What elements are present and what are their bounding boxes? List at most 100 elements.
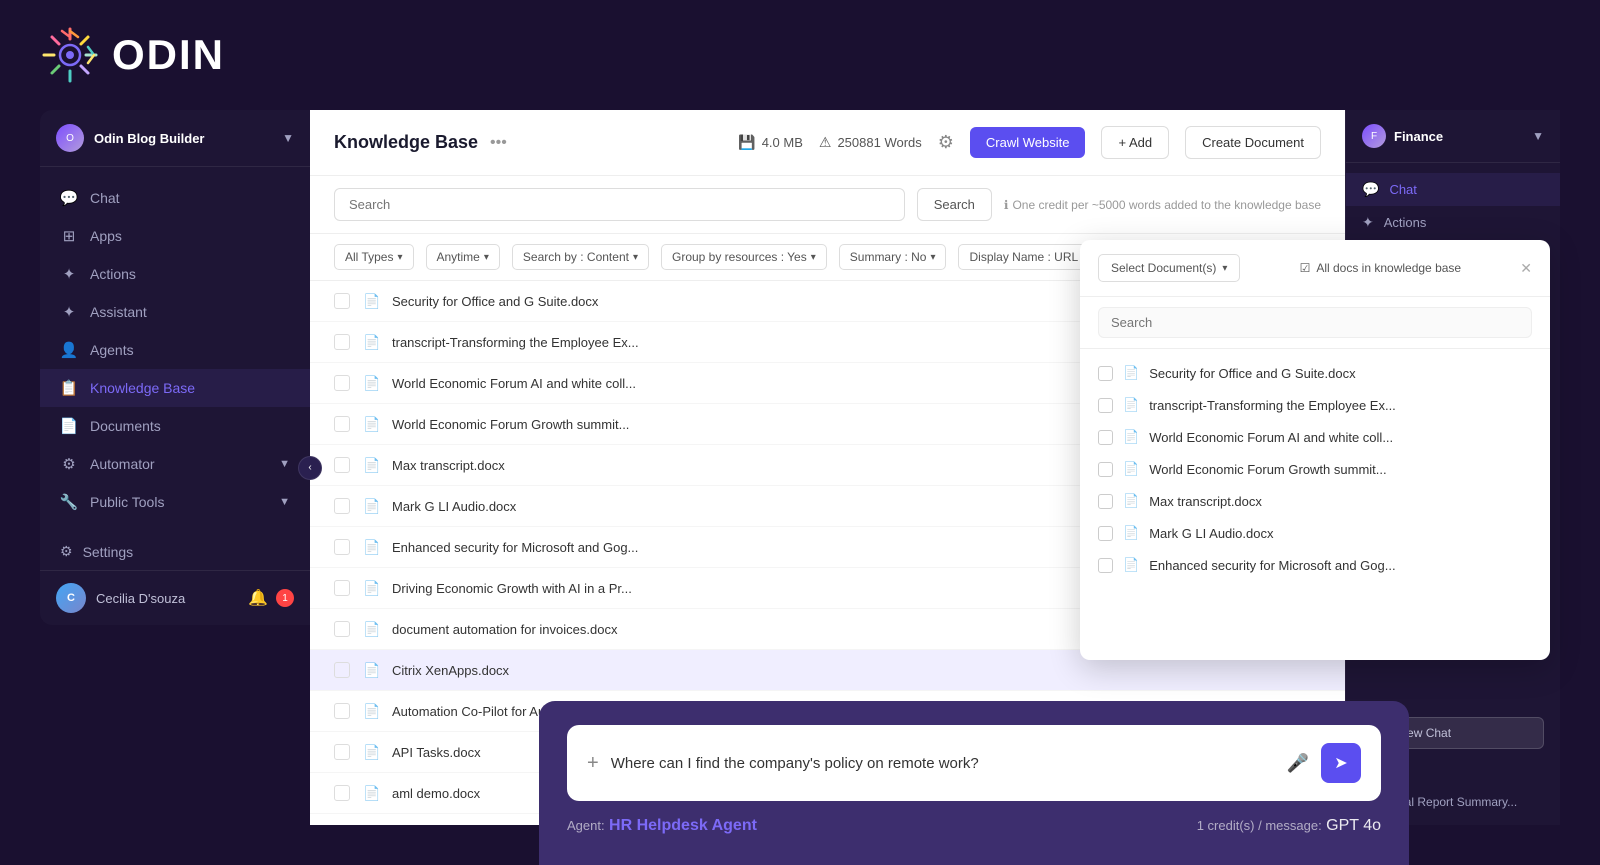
doc-item-name: World Economic Forum AI and white coll..… <box>1149 430 1393 445</box>
info-icon: ℹ <box>1004 198 1009 212</box>
kb-item-name: World Economic Forum Growth summit... <box>392 417 629 432</box>
doc-tab-select[interactable]: Select Document(s) ▾ <box>1098 254 1240 282</box>
doc-selector-close-button[interactable]: ✕ <box>1520 260 1532 277</box>
settings-item[interactable]: ⚙ Settings <box>40 533 310 570</box>
sidebar-bottom: C Cecilia D'souza 🔔 1 <box>40 570 310 625</box>
kb-item-checkbox[interactable] <box>334 703 350 719</box>
kb-item-name: aml demo.docx <box>392 786 480 801</box>
finance-chevron-icon: ▼ <box>1532 129 1544 143</box>
doc-item-name: Mark G LI Audio.docx <box>1149 526 1273 541</box>
finance-workspace-icon: F <box>1362 124 1386 148</box>
chat-send-button[interactable]: ➤ <box>1321 743 1361 783</box>
kb-search-bar: Search ℹ One credit per ~5000 words adde… <box>310 176 1345 234</box>
doc-tab-1-chevron-icon: ▾ <box>1222 263 1227 274</box>
kb-words-value: 250881 Words <box>837 135 921 150</box>
workspace-avatar: O <box>56 124 84 152</box>
sidebar-item-actions[interactable]: ✦ Actions <box>40 255 310 293</box>
sidebar-item-public-tools[interactable]: 🔧 Public Tools ▼ <box>40 483 310 521</box>
sidebar-item-agents[interactable]: 👤 Agents <box>40 331 310 369</box>
filter-search-by[interactable]: Search by : Content ▾ <box>512 244 649 270</box>
doc-list-item[interactable]: 📄 transcript-Transforming the Employee E… <box>1080 389 1550 421</box>
finance-nav-chat[interactable]: 💬 Chat <box>1346 173 1560 206</box>
filter-all-types[interactable]: All Types ▾ <box>334 244 414 270</box>
kb-title: Knowledge Base <box>334 132 478 153</box>
filter-anytime[interactable]: Anytime ▾ <box>426 244 500 270</box>
size-icon: 💾 <box>738 134 755 151</box>
sidebar-item-apps[interactable]: ⊞ Apps <box>40 217 310 255</box>
sidebar-item-agents-label: Agents <box>90 342 134 358</box>
kb-more-options[interactable]: ••• <box>490 134 507 152</box>
kb-settings-icon[interactable]: ⚙ <box>938 132 954 153</box>
doc-selector-panel: Select Document(s) ▾ ☑ All docs in knowl… <box>1080 240 1550 660</box>
kb-item-name: Security for Office and G Suite.docx <box>392 294 598 309</box>
kb-item-checkbox[interactable] <box>334 416 350 432</box>
kb-item-checkbox[interactable] <box>334 785 350 801</box>
add-button[interactable]: + Add <box>1101 126 1169 159</box>
doc-item-file-icon: 📄 <box>1123 429 1139 445</box>
crawl-website-button[interactable]: Crawl Website <box>970 127 1086 158</box>
doc-list-item[interactable]: 📄 Mark G LI Audio.docx <box>1080 517 1550 549</box>
kb-item-checkbox[interactable] <box>334 498 350 514</box>
kb-item-checkbox[interactable] <box>334 744 350 760</box>
sidebar-item-assistant[interactable]: ✦ Assistant <box>40 293 310 331</box>
kb-item-doc-icon: 📄 <box>362 742 382 762</box>
kb-item-checkbox[interactable] <box>334 580 350 596</box>
chat-agent-label: Agent: <box>567 818 605 833</box>
filter-summary[interactable]: Summary : No ▾ <box>839 244 947 270</box>
kb-item-checkbox[interactable] <box>334 621 350 637</box>
documents-icon: 📄 <box>60 417 78 435</box>
chat-input-field[interactable] <box>611 755 1275 772</box>
settings-icon: ⚙ <box>60 543 73 560</box>
anytime-chevron-icon: ▾ <box>484 252 489 263</box>
doc-list-item[interactable]: 📄 Enhanced security for Microsoft and Go… <box>1080 549 1550 581</box>
doc-item-checkbox[interactable] <box>1098 462 1113 477</box>
kb-item-checkbox[interactable] <box>334 662 350 678</box>
sidebar-item-chat[interactable]: 💬 Chat <box>40 179 310 217</box>
doc-item-name: transcript-Transforming the Employee Ex.… <box>1149 398 1396 413</box>
sidebar-header[interactable]: O Odin Blog Builder ▼ <box>40 110 310 167</box>
doc-selector-tabs: Select Document(s) ▾ <box>1098 254 1240 282</box>
chat-microphone-icon[interactable]: 🎤 <box>1287 753 1309 774</box>
filter-display-name[interactable]: Display Name : URL ▾ <box>958 244 1098 270</box>
chat-attach-icon[interactable]: + <box>587 752 599 775</box>
sidebar-header-left: O Odin Blog Builder <box>56 124 205 152</box>
sidebar-wrapper: O Odin Blog Builder ▼ 💬 Chat ⊞ Apps ✦ Ac… <box>40 110 310 825</box>
filter-group-by[interactable]: Group by resources : Yes ▾ <box>661 244 827 270</box>
actions-icon: ✦ <box>60 265 78 283</box>
doc-list-item[interactable]: 📄 Max transcript.docx <box>1080 485 1550 517</box>
kb-search-input[interactable] <box>334 188 905 221</box>
doc-item-checkbox[interactable] <box>1098 366 1113 381</box>
kb-item-checkbox[interactable] <box>334 539 350 555</box>
sidebar-item-knowledge-base[interactable]: 📋 Knowledge Base <box>40 369 310 407</box>
kb-search-button[interactable]: Search <box>917 188 992 221</box>
doc-list-item[interactable]: 📄 Security for Office and G Suite.docx <box>1080 357 1550 389</box>
finance-nav-actions[interactable]: ✦ Actions <box>1346 206 1560 239</box>
doc-list-item[interactable]: 📄 World Economic Forum AI and white coll… <box>1080 421 1550 453</box>
doc-item-checkbox[interactable] <box>1098 558 1113 573</box>
kb-item-doc-icon: 📄 <box>362 332 382 352</box>
sidebar-item-documents[interactable]: 📄 Documents <box>40 407 310 445</box>
sidebar-item-automator[interactable]: ⚙ Automator ▼ <box>40 445 310 483</box>
sidebar-item-documents-label: Documents <box>90 418 161 434</box>
doc-search-input[interactable] <box>1098 307 1532 338</box>
doc-list-item[interactable]: 📄 World Economic Forum Growth summit... <box>1080 453 1550 485</box>
doc-item-checkbox[interactable] <box>1098 526 1113 541</box>
kb-item-doc-icon: 📄 <box>362 783 382 803</box>
kb-search-hint: ℹ One credit per ~5000 words added to th… <box>1004 198 1321 212</box>
create-document-button[interactable]: Create Document <box>1185 126 1321 159</box>
kb-item-name: transcript-Transforming the Employee Ex.… <box>392 335 639 350</box>
kb-item-doc-icon: 📄 <box>362 291 382 311</box>
group-by-chevron-icon: ▾ <box>811 252 816 263</box>
public-tools-chevron-icon: ▼ <box>279 496 290 508</box>
sidebar-collapse-button[interactable]: ‹ <box>298 456 322 480</box>
finance-chat-icon: 💬 <box>1362 181 1379 198</box>
logo-text: ODIN <box>112 31 225 79</box>
kb-item-checkbox[interactable] <box>334 457 350 473</box>
doc-item-checkbox[interactable] <box>1098 494 1113 509</box>
doc-item-checkbox[interactable] <box>1098 398 1113 413</box>
kb-item-name: Enhanced security for Microsoft and Gog.… <box>392 540 638 555</box>
kb-item-checkbox[interactable] <box>334 334 350 350</box>
kb-item-checkbox[interactable] <box>334 293 350 309</box>
kb-item-checkbox[interactable] <box>334 375 350 391</box>
doc-item-checkbox[interactable] <box>1098 430 1113 445</box>
